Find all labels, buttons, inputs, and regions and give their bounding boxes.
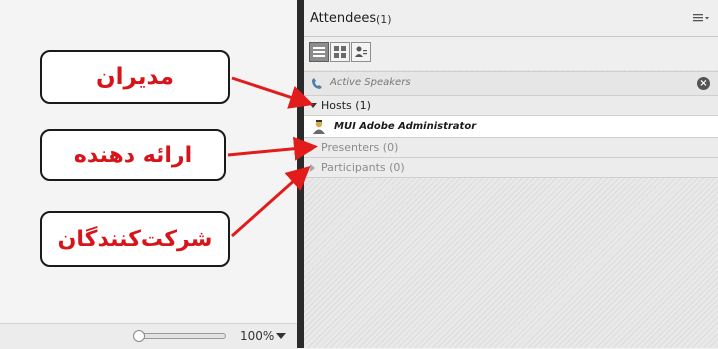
active-speakers-label: Active Speakers [330, 77, 411, 88]
participants-section-header[interactable]: Participants (0) [304, 158, 718, 178]
zoom-slider-thumb[interactable] [133, 330, 145, 342]
annotation-area: مدیران ارائه دهنده شرکت‌کنندگان 100% [0, 0, 297, 349]
status-bar: 100% [0, 323, 297, 349]
zoom-dropdown-icon[interactable] [276, 333, 286, 339]
grid-view-button[interactable] [330, 42, 350, 62]
participants-callout: شرکت‌کنندگان [40, 211, 230, 267]
presenters-label: Presenters (0) [321, 141, 399, 154]
host-name: MUI Adobe Administrator [334, 121, 477, 132]
managers-callout: مدیران [40, 50, 230, 104]
attendee-count: (1) [376, 13, 392, 26]
participants-callout-label: شرکت‌کنندگان [57, 226, 213, 252]
participants-label: Participants (0) [321, 161, 405, 174]
managers-callout-label: مدیران [96, 64, 174, 90]
presenters-callout-label: ارائه دهنده [73, 142, 193, 168]
menu-lines-icon[interactable] [692, 11, 710, 25]
list-item[interactable]: MUI Adobe Administrator [304, 116, 718, 138]
panel-separator [297, 0, 304, 348]
presenters-section-header[interactable]: Presenters (0) [304, 138, 718, 158]
zoom-slider[interactable] [138, 333, 226, 339]
list-view-icon [313, 47, 325, 57]
attendees-pod: Attendees (1) Active Speakers × Hosts (1… [304, 0, 718, 348]
collapsed-arrow-icon [310, 144, 315, 152]
pod-header: Attendees (1) [304, 0, 718, 37]
user-status-button[interactable] [351, 42, 371, 62]
collapsed-arrow-icon [310, 164, 315, 172]
host-user-icon [313, 120, 325, 134]
pod-title: Attendees [310, 11, 377, 26]
user-status-icon [355, 46, 367, 57]
expanded-arrow-icon [309, 103, 317, 108]
zoom-level[interactable]: 100% [240, 329, 274, 343]
hosts-label: Hosts (1) [321, 99, 371, 112]
active-speakers-bar: Active Speakers × [304, 71, 718, 96]
grid-view-icon [334, 46, 346, 58]
close-icon[interactable]: × [697, 77, 710, 90]
list-view-button[interactable] [309, 42, 329, 62]
presenters-callout: ارائه دهنده [40, 129, 226, 181]
hosts-section-header[interactable]: Hosts (1) [304, 96, 718, 116]
phone-icon [312, 78, 322, 89]
